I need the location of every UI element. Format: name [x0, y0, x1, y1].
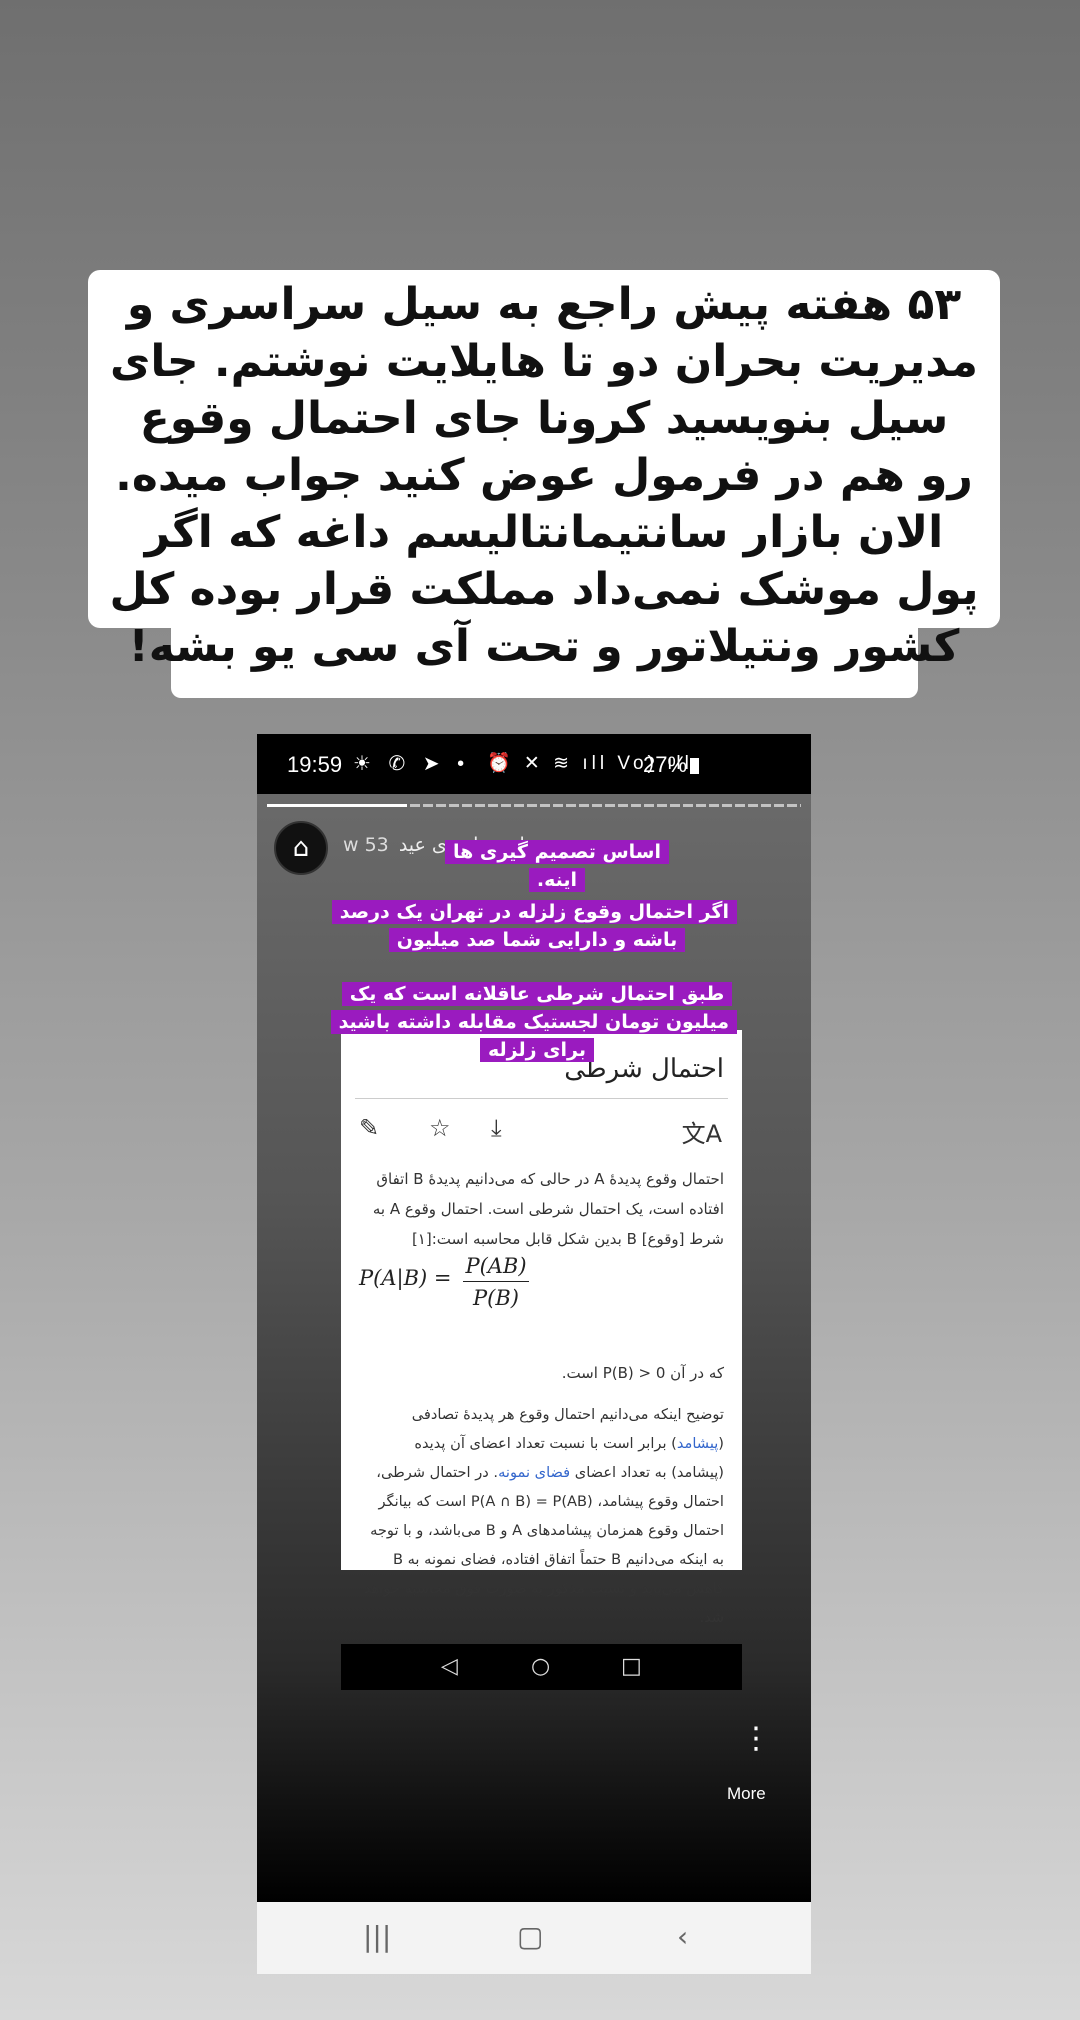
- house-icon: ⌂: [292, 833, 310, 863]
- story-age: 53 w: [343, 834, 389, 856]
- inner-nav-bar: ◁ ○ □: [341, 1644, 742, 1690]
- recents-icon: □: [621, 1654, 642, 1679]
- status-time: 19:59: [287, 752, 343, 777]
- notification-icons: ☀ ✆ ➤ •: [353, 753, 471, 775]
- link-pishamad[interactable]: پیشامد: [677, 1435, 718, 1452]
- wiki-toolbar: 文A ⤓ ☆ ✎: [341, 1114, 742, 1150]
- story-highlight-text-1: اساس تصمیم گیری ها اینه.: [427, 838, 687, 894]
- battery-percent: 27%: [643, 752, 688, 777]
- battery-icon: [690, 758, 700, 774]
- translate-icon[interactable]: 文A: [682, 1114, 722, 1149]
- formula-fraction: P(AB) P(B): [463, 1254, 529, 1310]
- recents-icon[interactable]: |||: [363, 1920, 391, 1953]
- story-progress-done: [267, 804, 407, 807]
- avatar[interactable]: ⌂: [274, 821, 328, 875]
- more-icon[interactable]: ⋮: [741, 1724, 771, 1754]
- system-nav-bar: ||| ▢ ‹: [257, 1902, 811, 1974]
- formula-numerator: P(AB): [463, 1254, 529, 1282]
- wiki-screenshot: احتمال شرطی 文A ⤓ ☆ ✎ احتمال وقوع پدیدهٔ …: [341, 1030, 742, 1626]
- story-highlight-text-3: طبق احتمال شرطی عاقلانه است که یک میلیون…: [330, 980, 737, 1064]
- phone-screenshot: 19:59 ☀ ✆ ➤ • ⏰ ✕ ≋ ıll Vo) ıll 27% ⌂ سی…: [257, 734, 811, 1902]
- link-sample-space[interactable]: فضای نمونه: [498, 1464, 570, 1481]
- edit-icon[interactable]: ✎: [359, 1114, 379, 1142]
- status-bar: 19:59 ☀ ✆ ➤ • ⏰ ✕ ≋ ıll Vo) ıll 27%: [257, 734, 811, 794]
- home-icon: ○: [531, 1654, 551, 1679]
- more-button[interactable]: More: [727, 1784, 766, 1804]
- conditional-probability-formula: P(A|B) = P(AB) P(B): [359, 1254, 529, 1310]
- formula-lhs: P(A|B) =: [359, 1266, 452, 1290]
- story-highlight-text-2: اگر احتمال وقوع زلزله در تهران یک درصد ب…: [331, 898, 737, 954]
- wiki-paragraph-2: که در آن P(B) > 0 است.: [561, 1364, 724, 1382]
- battery-indicator: 27%: [643, 752, 700, 778]
- formula-denominator: P(B): [473, 1286, 519, 1310]
- back-icon[interactable]: ‹: [677, 1920, 688, 1953]
- download-icon[interactable]: ⤓: [491, 1114, 502, 1142]
- wiki-paragraph-3: توضیح اینکه می‌دانیم احتمال وقوع هر پدید…: [363, 1406, 724, 1626]
- back-icon: ◁: [441, 1654, 458, 1679]
- divider: [355, 1098, 728, 1099]
- home-icon[interactable]: ▢: [517, 1920, 543, 1953]
- caption-text: ۵۳ هفته پیش راجع به سیل سراسری و مدیریت …: [88, 270, 1000, 672]
- wiki-paragraph-1: احتمال وقوع پدیدهٔ A در حالی که می‌دانیم…: [372, 1170, 724, 1248]
- star-icon[interactable]: ☆: [429, 1114, 451, 1142]
